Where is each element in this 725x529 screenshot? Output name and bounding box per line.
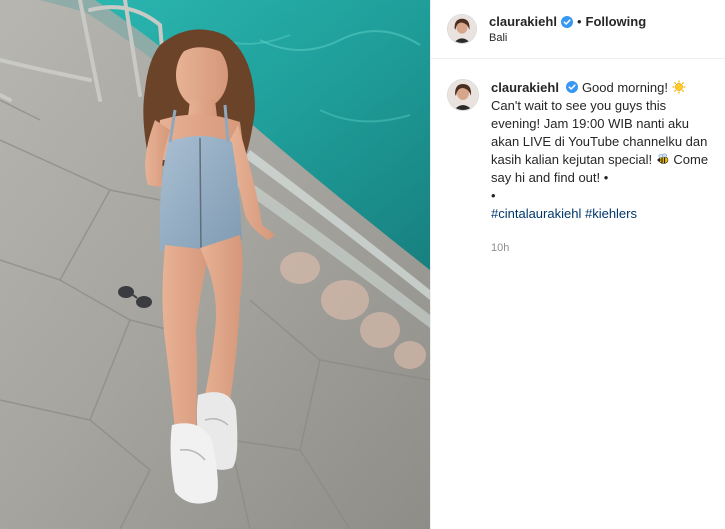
instagram-post: claurakiehl • Following Bali claurakiehl… [0,0,725,529]
post-sidebar: claurakiehl • Following Bali claurakiehl… [430,0,725,529]
sun-emoji-icon [672,80,686,94]
post-location[interactable]: Bali [489,31,646,45]
author-username[interactable]: claurakiehl [489,14,557,30]
post-header: claurakiehl • Following Bali [431,0,725,59]
following-button[interactable]: Following [586,14,647,29]
post-photo[interactable] [0,0,430,529]
author-avatar[interactable] [447,14,477,44]
caption-username[interactable]: claurakiehl [491,80,559,95]
caption-text: claurakiehl Good morning! Can't wait to s… [491,79,709,257]
separator-dot: • [576,13,582,29]
post-photo-image [0,0,430,529]
caption-line-2: Can't wait to see you guys this evening!… [491,97,709,187]
hashtag-link[interactable]: #cintalaurakiehl [491,206,581,221]
caption-line-4: • [491,188,496,203]
caption-avatar[interactable] [447,79,479,111]
post-timestamp[interactable]: 10h [491,239,709,257]
caption-line-1: Good morning! [581,80,668,95]
hashtag-link[interactable]: #kiehlers [585,206,637,221]
bee-emoji-icon [656,152,670,166]
caption-hashtags: #cintalaurakiehl #kiehlers [491,205,709,223]
verified-badge-icon [565,81,578,93]
caption-comment: claurakiehl Good morning! Can't wait to s… [431,59,725,257]
verified-badge-icon [560,15,573,28]
